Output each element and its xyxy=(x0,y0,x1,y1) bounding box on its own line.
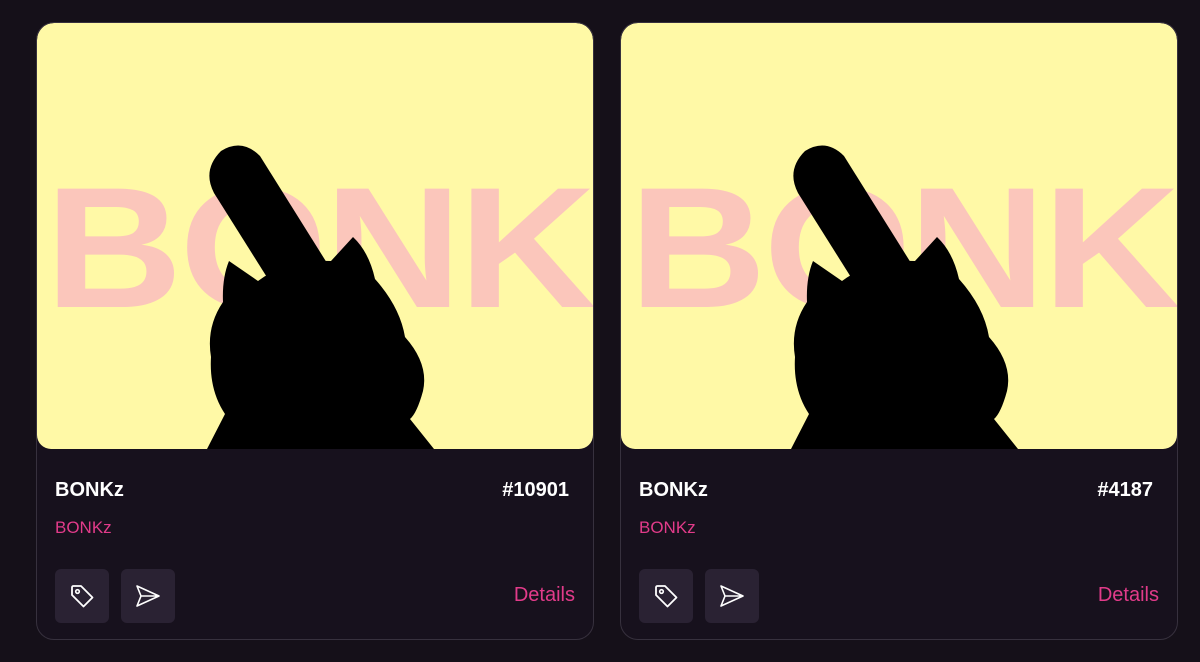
nft-artwork-image: BONK xyxy=(629,145,1177,449)
token-id: #10901 xyxy=(502,479,569,501)
token-id: #4187 xyxy=(1097,479,1153,501)
collection-link[interactable]: BONKz xyxy=(639,518,696,538)
send-icon xyxy=(136,585,160,607)
nft-card: BONK BONKz #10901 BONKz Details xyxy=(36,22,594,640)
details-link[interactable]: Details xyxy=(1098,584,1159,607)
tag-icon xyxy=(655,585,678,608)
send-button[interactable] xyxy=(705,569,759,623)
tag-icon xyxy=(71,585,94,608)
nft-artwork[interactable]: BONK xyxy=(37,23,593,449)
collection-link[interactable]: BONKz xyxy=(55,518,112,538)
nft-name: BONKz xyxy=(55,479,124,501)
details-link[interactable]: Details xyxy=(514,584,575,607)
nft-card: BONK BONKz #4187 BONKz Details xyxy=(620,22,1178,640)
nft-artwork[interactable]: BONK xyxy=(621,23,1177,449)
list-for-sale-button[interactable] xyxy=(639,569,693,623)
nft-artwork-image: BONK xyxy=(45,145,593,449)
send-button[interactable] xyxy=(121,569,175,623)
list-for-sale-button[interactable] xyxy=(55,569,109,623)
nft-name: BONKz xyxy=(639,479,708,501)
send-icon xyxy=(720,585,744,607)
